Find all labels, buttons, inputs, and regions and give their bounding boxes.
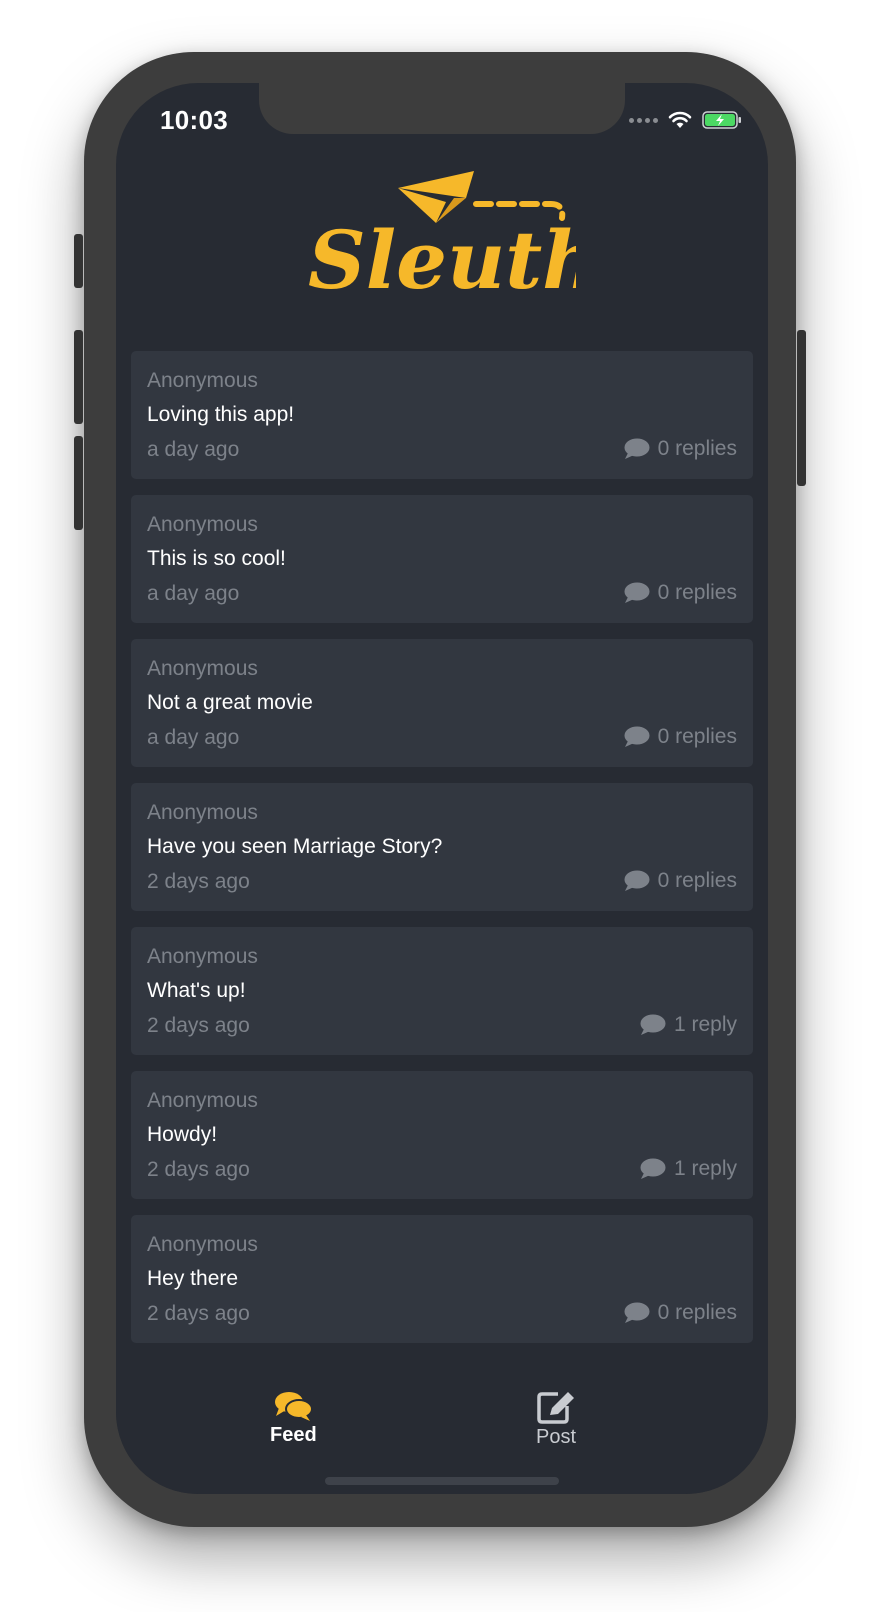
post-body: Howdy!	[147, 1123, 218, 1146]
post-replies[interactable]: 0 replies	[624, 725, 737, 749]
post-time: a day ago	[147, 438, 240, 461]
post-card[interactable]: Anonymous What's up! 2 days ago 1 reply	[131, 927, 753, 1055]
post-card[interactable]: Anonymous Hey there 2 days ago 0 replies	[131, 1215, 753, 1343]
volume-up-button	[74, 330, 83, 424]
post-card[interactable]: Anonymous This is so cool! a day ago 0 repl…	[131, 495, 753, 623]
post-card[interactable]: Anonymous Loving this app! a day ago 0 repl…	[131, 351, 753, 479]
tab-feed-label: Feed	[270, 1424, 317, 1446]
post-time: a day ago	[147, 726, 240, 749]
power-button	[797, 330, 806, 486]
post-replies-count: 0 replies	[657, 437, 737, 460]
home-indicator	[325, 1477, 559, 1485]
status-time: 10:03	[160, 105, 228, 135]
comment-icon	[624, 438, 650, 460]
tab-post-label: Post	[536, 1426, 577, 1448]
post-author: Anonymous	[147, 1089, 258, 1112]
volume-down-button	[74, 436, 83, 530]
post-card[interactable]: Anonymous Not a great movie a day ago 0 rep…	[131, 639, 753, 767]
post-body: Loving this app!	[147, 403, 295, 426]
post-body: What's up!	[147, 979, 246, 1002]
post-replies-count: 0 replies	[657, 581, 737, 604]
battery-icon	[702, 111, 741, 129]
post-replies-count: 0 replies	[657, 1301, 737, 1324]
post-author: Anonymous	[147, 657, 258, 680]
post-author: Anonymous	[147, 369, 258, 392]
post-replies-count: 0 replies	[657, 725, 737, 748]
post-feed[interactable]: Anonymous Loving this app! a day ago 0 repl…	[131, 351, 753, 1351]
edit-icon	[537, 1392, 575, 1424]
post-body: This is so cool!	[147, 547, 286, 570]
post-time: 2 days ago	[147, 1302, 250, 1325]
chat-bubbles-icon	[275, 1392, 314, 1421]
post-replies[interactable]: 0 replies	[624, 581, 737, 605]
post-author: Anonymous	[147, 513, 258, 536]
comment-icon	[640, 1158, 666, 1180]
post-replies-count: 1 reply	[673, 1013, 737, 1036]
post-time: a day ago	[147, 582, 240, 605]
status-icons	[629, 111, 742, 129]
post-time: 2 days ago	[147, 1014, 250, 1037]
signal-icon	[629, 117, 658, 123]
logo-wordmark: Sleuth	[308, 213, 576, 296]
post-time: 2 days ago	[147, 870, 250, 893]
post-replies-count: 1 reply	[673, 1157, 737, 1180]
post-author: Anonymous	[147, 801, 258, 824]
tab-feed[interactable]: Feed	[270, 1390, 317, 1447]
post-replies[interactable]: 1 reply	[640, 1013, 737, 1037]
comment-icon	[624, 726, 650, 748]
sleuth-logo: Sleuth	[308, 171, 576, 296]
post-replies[interactable]: 1 reply	[640, 1157, 737, 1181]
comment-icon	[624, 1302, 650, 1324]
post-card[interactable]: Anonymous Have you seen Marriage Story? 2 …	[131, 783, 753, 911]
post-card[interactable]: Anonymous Howdy! 2 days ago 1 reply	[131, 1071, 753, 1199]
post-author: Anonymous	[147, 945, 258, 968]
wifi-icon	[668, 111, 692, 128]
comment-icon	[624, 870, 650, 892]
app-screen: 10:03 Sleuth Anonymous Loving this app! a …	[116, 83, 768, 1494]
comment-icon	[640, 1014, 666, 1036]
post-body: Have you seen Marriage Story?	[147, 835, 443, 858]
post-replies[interactable]: 0 replies	[624, 437, 737, 461]
tab-post[interactable]: Post	[536, 1390, 576, 1449]
notch	[259, 83, 625, 134]
post-body: Hey there	[147, 1267, 239, 1290]
post-author: Anonymous	[147, 1233, 258, 1256]
post-replies[interactable]: 0 replies	[624, 1301, 737, 1325]
mute-switch	[74, 234, 83, 288]
comment-icon	[624, 582, 650, 604]
post-time: 2 days ago	[147, 1158, 250, 1181]
post-replies-count: 0 replies	[657, 869, 737, 892]
post-body: Not a great movie	[147, 691, 313, 714]
post-replies[interactable]: 0 replies	[624, 869, 737, 893]
